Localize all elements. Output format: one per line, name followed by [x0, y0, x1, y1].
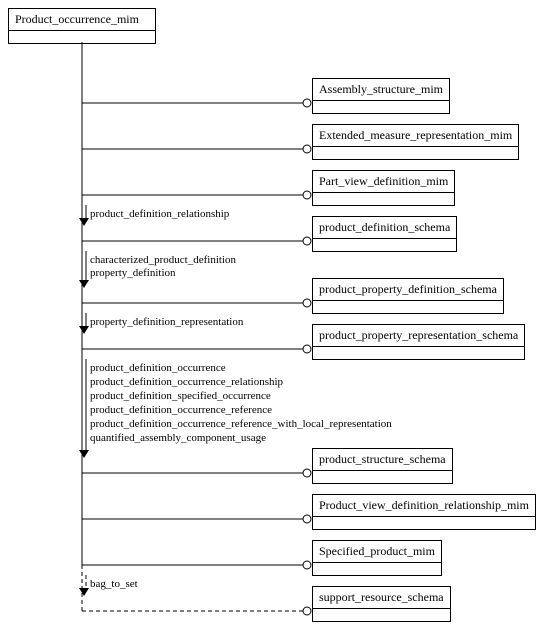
rel-label: product_definition_relationship	[90, 208, 229, 220]
rel-label: product_definition_occurrence_reference	[90, 404, 272, 416]
arrowhead-icon	[79, 218, 89, 226]
entity-slot	[313, 301, 503, 313]
rel-label: characterized_product_definition	[90, 254, 236, 266]
entity-target-title: product_definition_schema	[313, 217, 456, 239]
entity-target-title: product_structure_schema	[313, 449, 452, 471]
entity-target-7: Product_view_definition_relationship_mim	[312, 494, 536, 530]
rel-label: product_definition_occurrence_reference_…	[90, 418, 392, 430]
entity-slot	[313, 517, 535, 529]
entity-slot	[9, 31, 155, 43]
entity-target-1: Extended_measure_representation_mim	[312, 124, 519, 160]
connector-lines	[0, 0, 560, 632]
entity-target-6: product_structure_schema	[312, 448, 453, 484]
rel-label: product_definition_occurrence_relationsh…	[90, 376, 283, 388]
entity-slot	[313, 101, 449, 113]
arrowhead-icon	[79, 450, 89, 458]
arrowhead-icon	[79, 280, 89, 288]
entity-target-3: product_definition_schema	[312, 216, 457, 252]
entity-root-title: Product_occurrence_mim	[9, 9, 155, 31]
entity-target-5: product_property_representation_schema	[312, 324, 525, 360]
entity-target-title: Part_view_definition_mim	[313, 171, 454, 193]
entity-slot	[313, 471, 452, 483]
entity-root: Product_occurrence_mim	[8, 8, 156, 44]
entity-target-4: product_property_definition_schema	[312, 278, 504, 314]
entity-slot	[313, 563, 441, 575]
rel-label: product_definition_occurrence	[90, 362, 226, 374]
rel-label: property_definition_representation	[90, 316, 243, 328]
entity-slot	[313, 609, 450, 621]
arrowhead-icon	[79, 326, 89, 334]
entity-target-title: product_property_representation_schema	[313, 325, 524, 347]
entity-slot	[313, 347, 524, 359]
entity-target-8: Specified_product_mim	[312, 540, 442, 576]
rel-label: property_definition	[90, 267, 176, 279]
rel-label: quantified_assembly_component_usage	[90, 432, 266, 444]
rel-label: product_definition_specified_occurrence	[90, 390, 271, 402]
entity-target-title: support_resource_schema	[313, 587, 450, 609]
entity-target-title: product_property_definition_schema	[313, 279, 503, 301]
entity-slot	[313, 239, 456, 251]
entity-slot	[313, 193, 454, 205]
entity-target-0: Assembly_structure_mim	[312, 78, 450, 114]
entity-slot	[313, 147, 518, 159]
rel-label: bag_to_set	[90, 578, 138, 590]
arrowhead-icon	[79, 588, 89, 596]
entity-target-title: Product_view_definition_relationship_mim	[313, 495, 535, 517]
entity-target-title: Specified_product_mim	[313, 541, 441, 563]
entity-target-9: support_resource_schema	[312, 586, 451, 622]
entity-target-title: Extended_measure_representation_mim	[313, 125, 518, 147]
entity-target-2: Part_view_definition_mim	[312, 170, 455, 206]
entity-target-title: Assembly_structure_mim	[313, 79, 449, 101]
